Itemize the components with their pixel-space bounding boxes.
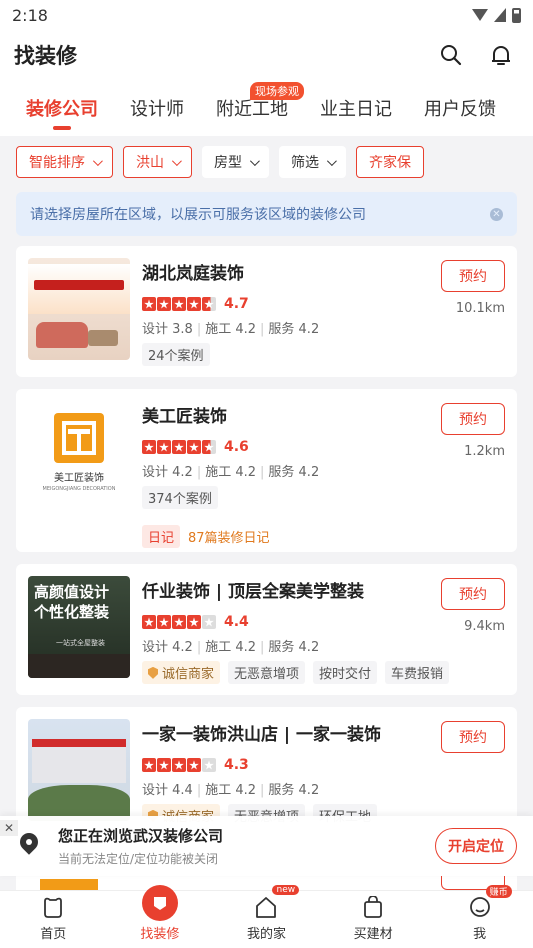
rating-score: 4.4 [224, 614, 249, 631]
district-filter[interactable]: 洪山 [123, 146, 192, 178]
distance: 9.4km [464, 619, 505, 634]
house-type-filter[interactable]: 房型 [202, 146, 269, 178]
close-icon[interactable]: ✕ [490, 207, 503, 221]
rating-stars [142, 758, 216, 773]
tab-nearby-sites[interactable]: 现场参观 附近工地 [208, 80, 304, 136]
case-count-tag: 24个案例 [142, 343, 210, 367]
location-banner: ✕ 您正在浏览武汉装修公司 当前无法定位/定位功能被关闭 开启定位 [0, 816, 533, 876]
profile-icon [468, 895, 492, 919]
distance: 1.2km [464, 444, 505, 459]
sub-scores: 设计 4.2 | 施工 4.2 | 服务 4.2 [142, 640, 320, 656]
service-tag: 车费报销 [385, 661, 450, 685]
bag-icon [361, 895, 385, 919]
company-card[interactable]: 高颜值设计 个性化整装 一站式全屋整装 仟业装饰 | 顶层全案美学整装 4.4 … [16, 564, 517, 695]
category-tabs: 装修公司 设计师 现场参观 附近工地 业主日记 用户反馈 [0, 80, 533, 136]
coin-badge: 赚币 [485, 885, 512, 898]
sub-scores: 设计 4.4 | 施工 4.2 | 服务 4.2 [142, 783, 320, 799]
status-bar: 2:18 [0, 0, 533, 30]
book-button[interactable]: 预约 [441, 403, 505, 435]
diary-tag: 日记 [142, 525, 181, 549]
home-icon [41, 895, 65, 919]
book-button[interactable]: 预约 [441, 260, 505, 292]
nav-my-home[interactable]: new 我的家 [226, 885, 306, 942]
new-badge: new [272, 885, 300, 895]
search-icon[interactable] [437, 41, 465, 69]
tab-owner-diary[interactable]: 业主日记 [312, 80, 400, 136]
company-thumbnail: 高颜值设计 个性化整装 一站式全屋整装 [28, 576, 130, 678]
company-list: 湖北岚庭装饰 4.7 设计 3.8 | 施工 4.2 | 服务 4.2 24个案例 预约… [0, 236, 533, 838]
tab-user-feedback[interactable]: 用户反馈 [416, 80, 504, 136]
status-icons [472, 7, 521, 23]
nav-home[interactable]: 首页 [13, 895, 93, 942]
tab-renovation-company[interactable]: 装修公司 [18, 80, 106, 136]
page-title: 找装修 [14, 44, 77, 68]
area-notice: 请选择房屋所在区域，以展示可服务该区域的装修公司 ✕ [16, 192, 517, 236]
book-button[interactable]: 预约 [441, 578, 505, 610]
rating-score: 4.6 [224, 439, 249, 456]
company-thumbnail [28, 258, 130, 360]
rating-stars [142, 615, 216, 630]
nav-me[interactable]: 赚币 我 [440, 885, 520, 942]
chevron-down-icon [171, 155, 182, 166]
location-title: 您正在浏览武汉装修公司 [58, 827, 224, 845]
signal-icon [494, 8, 506, 22]
location-subtitle: 当前无法定位/定位功能被关闭 [58, 852, 219, 866]
company-card[interactable]: 美工匠装饰 MEIGONGJIANG DECORATION 美工匠装饰 4.6 … [16, 389, 517, 552]
diary-row[interactable]: 日记 87篇装修日记 [142, 525, 505, 549]
sub-scores: 设计 4.2 | 施工 4.2 | 服务 4.2 [142, 465, 320, 481]
bell-icon[interactable] [487, 41, 515, 69]
more-filter[interactable]: 筛选 [279, 146, 346, 178]
shield-icon [148, 666, 158, 679]
chevron-down-icon [92, 155, 103, 166]
enable-location-button[interactable]: 开启定位 [435, 828, 517, 864]
app-bar: 找装修 [0, 30, 533, 80]
service-tag: 按时交付 [313, 661, 378, 685]
find-renovation-icon [141, 885, 178, 921]
wifi-icon [472, 9, 488, 21]
tab-designer[interactable]: 设计师 [122, 80, 192, 136]
site-visit-badge: 现场参观 [250, 82, 304, 100]
house-icon [254, 895, 278, 919]
book-button[interactable]: 预约 [441, 721, 505, 753]
rating-stars [142, 297, 216, 312]
trusted-merchant-tag: 诚信商家 [142, 661, 221, 685]
qijiabao-filter[interactable]: 齐家保 [356, 146, 424, 178]
next-company-card-peek[interactable] [16, 876, 517, 890]
rating-score: 4.7 [224, 296, 249, 313]
chevron-down-icon [249, 155, 260, 166]
bottom-nav: 首页 找装修 new 我的家 买建材 赚币 我 [0, 885, 533, 948]
nav-find-renovation[interactable]: 找装修 [120, 885, 200, 942]
battery-icon [512, 7, 521, 23]
rating-stars [142, 440, 216, 455]
company-logo: 美工匠装饰 MEIGONGJIANG DECORATION [28, 401, 130, 503]
nav-buy-materials[interactable]: 买建材 [333, 895, 413, 942]
company-thumbnail [28, 719, 130, 821]
location-pin-icon [18, 833, 40, 859]
chevron-down-icon [326, 155, 337, 166]
filter-bar: 智能排序 洪山 房型 筛选 齐家保 [0, 136, 533, 188]
notice-text: 请选择房屋所在区域，以展示可服务该区域的装修公司 [30, 207, 366, 223]
status-time: 2:18 [12, 5, 48, 25]
rating-score: 4.3 [224, 757, 249, 774]
case-count-tag: 374个案例 [142, 486, 218, 510]
service-tag: 无恶意增项 [228, 661, 306, 685]
company-card[interactable]: 湖北岚庭装饰 4.7 设计 3.8 | 施工 4.2 | 服务 4.2 24个案例 预约… [16, 246, 517, 377]
close-icon[interactable]: ✕ [0, 820, 18, 836]
sub-scores: 设计 3.8 | 施工 4.2 | 服务 4.2 [142, 322, 320, 338]
diary-count: 87篇装修日记 [188, 531, 270, 547]
sort-filter[interactable]: 智能排序 [16, 146, 113, 178]
distance: 10.1km [455, 301, 505, 316]
